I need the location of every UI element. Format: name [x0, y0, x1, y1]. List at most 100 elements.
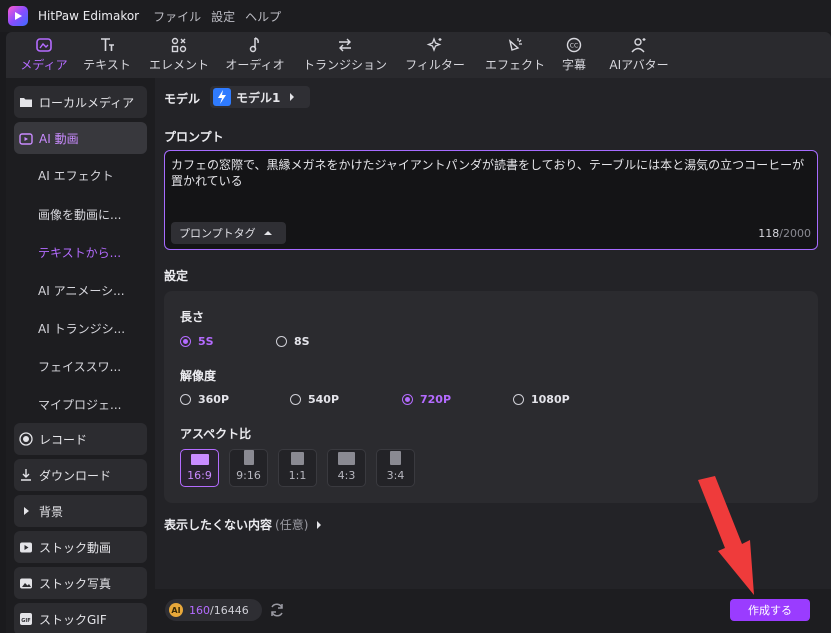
model-label: モデル [164, 92, 201, 106]
tab-ai-avatar-label: AIアバター [609, 58, 669, 72]
prompt-tag-label: プロンプトタグ [179, 227, 256, 240]
tab-media[interactable]: メディア [16, 32, 72, 78]
sidebar-item-label: ダウンロード [39, 468, 112, 483]
prompt-tag-button[interactable]: プロンプトタグ [171, 222, 286, 244]
resolution-label: 解像度 [180, 369, 217, 383]
resolution-option-540p[interactable]: 540P [290, 393, 339, 406]
length-label: 長さ [180, 310, 205, 324]
sidebar-item-download[interactable]: ダウンロード [14, 459, 147, 491]
record-icon [19, 432, 33, 446]
tab-text[interactable]: テキスト [80, 32, 134, 78]
tab-elements[interactable]: エレメント [146, 32, 212, 78]
main-toolbar: メディア テキスト エレメント オーディオ トランジション フィルター エフェク… [6, 32, 831, 78]
radio-label: 360P [198, 393, 230, 406]
char-max: /2000 [779, 227, 811, 240]
text-to-video-panel: モデル モデル1 プロンプト カフェの窓際で、黒縁メガネをかけたジャイアントパン… [155, 78, 831, 633]
caret-right-icon [290, 93, 295, 101]
text-icon [101, 38, 114, 51]
sidebar-item-label: ローカルメディア [39, 95, 135, 110]
sidebar-sub-image-to-video[interactable]: 画像を動画に... [38, 206, 121, 223]
refresh-icon[interactable] [269, 602, 285, 618]
aspect-option-9-16[interactable]: 9:16 [229, 449, 268, 487]
radio-label: 8S [294, 335, 310, 348]
subtitle-icon: CC [566, 37, 582, 53]
menu-help[interactable]: ヘルプ [245, 8, 281, 25]
tab-transition[interactable]: トランジション [300, 32, 390, 78]
photo-icon [19, 576, 33, 590]
tab-elements-label: エレメント [148, 58, 209, 72]
caret-up-icon [263, 231, 272, 235]
model-value: モデル1 [236, 90, 281, 105]
media-sidebar: ローカルメディア AI 動画 AI エフェクト 画像を動画に... テキストから… [6, 78, 155, 633]
footer-bar: AI 160 /16446 作成する [155, 589, 831, 633]
media-icon [36, 38, 52, 52]
sidebar-sub-ai-transition[interactable]: AI トランジシ... [38, 320, 125, 337]
sidebar-item-label: AI 動画 [39, 131, 79, 146]
sidebar-sub-ai-effect[interactable]: AI エフェクト [38, 167, 114, 184]
aspect-label: 16:9 [187, 469, 212, 482]
elements-icon [171, 37, 187, 53]
aspect-label: 4:3 [337, 469, 356, 482]
coin-icon: AI [169, 603, 183, 617]
tab-audio[interactable]: オーディオ [222, 32, 288, 78]
sidebar-item-record[interactable]: レコード [14, 423, 147, 455]
sidebar-item-label: レコード [39, 432, 88, 447]
sidebar-item-label: 背景 [39, 504, 64, 519]
credits-badge: AI 160 /16446 [165, 599, 262, 621]
negative-prompt-toggle[interactable]: 表示したくない内容 (任意) [164, 516, 323, 533]
menu-file[interactable]: ファイル [153, 8, 201, 25]
sidebar-item-background[interactable]: 背景 [14, 495, 147, 527]
aspect-option-1-1[interactable]: 1:1 [278, 449, 317, 487]
tab-transition-label: トランジション [302, 58, 387, 72]
sidebar-sub-face-swap[interactable]: フェイススワ... [38, 358, 121, 375]
optional-label: (任意) [275, 518, 309, 532]
title-bar: HitPaw Edimakor ファイル 設定 ヘルプ [0, 0, 831, 32]
sidebar-item-stock-photo[interactable]: ストック写真 [14, 567, 147, 599]
length-option-5s[interactable]: 5S [180, 335, 214, 348]
filter-icon [426, 37, 442, 52]
audio-icon [249, 37, 259, 53]
transition-icon [339, 38, 351, 52]
credits-total: /16446 [210, 603, 249, 617]
tab-media-label: メディア [20, 58, 68, 72]
aspect-option-3-4[interactable]: 3:4 [376, 449, 415, 487]
radio-label: 720P [420, 393, 452, 406]
effect-icon [508, 38, 522, 51]
aspect-option-16-9[interactable]: 16:9 [180, 449, 219, 487]
tab-subtitle[interactable]: CC 字幕 [554, 32, 594, 78]
svg-text:CC: CC [570, 43, 578, 50]
sidebar-item-ai-video[interactable]: AI 動画 [14, 122, 147, 154]
sidebar-sub-my-projects[interactable]: マイプロジェ... [38, 396, 121, 413]
ai-avatar-icon [631, 38, 646, 53]
model-selector[interactable]: モデル1 [210, 86, 310, 108]
tab-effect[interactable]: エフェクト [482, 32, 548, 78]
aspect-label: 3:4 [386, 469, 405, 482]
tab-filter[interactable]: フィルター [402, 32, 468, 78]
aspect-ratio-label: アスペクト比 [180, 427, 252, 441]
sidebar-sub-text-to-video[interactable]: テキストから... [38, 244, 121, 261]
create-button[interactable]: 作成する [730, 599, 810, 621]
sidebar-item-label: ストックGIF [39, 612, 107, 627]
sidebar-sub-ai-animation[interactable]: AI アニメーシ... [38, 282, 125, 299]
tab-text-label: テキスト [83, 58, 131, 72]
gif-icon: GIF [19, 612, 33, 626]
aspect-option-4-3[interactable]: 4:3 [327, 449, 366, 487]
sidebar-item-stock-gif[interactable]: GIF ストックGIF [14, 603, 147, 633]
tab-subtitle-label: 字幕 [561, 58, 586, 72]
length-option-8s[interactable]: 8S [276, 335, 310, 348]
resolution-option-360p[interactable]: 360P [180, 393, 229, 406]
tab-effect-label: エフェクト [484, 58, 545, 72]
aspect-label: 1:1 [288, 469, 307, 482]
caret-right-icon [19, 504, 33, 518]
prompt-text[interactable]: カフェの窓際で、黒縁メガネをかけたジャイアントパンダが読書をしており、テーブルに… [171, 157, 811, 189]
resolution-option-720p[interactable]: 720P [402, 393, 451, 406]
menu-settings[interactable]: 設定 [211, 8, 235, 25]
aspect-label: 9:16 [236, 469, 261, 482]
resolution-option-1080p[interactable]: 1080P [513, 393, 570, 406]
prompt-textarea[interactable]: カフェの窓際で、黒縁メガネをかけたジャイアントパンダが読書をしており、テーブルに… [164, 150, 818, 250]
sidebar-item-stock-video[interactable]: ストック動画 [14, 531, 147, 563]
radio-label: 5S [198, 335, 214, 348]
app-title: HitPaw Edimakor [38, 9, 140, 23]
sidebar-item-local-media[interactable]: ローカルメディア [14, 86, 147, 118]
tab-ai-avatar[interactable]: AIアバター [604, 32, 674, 78]
